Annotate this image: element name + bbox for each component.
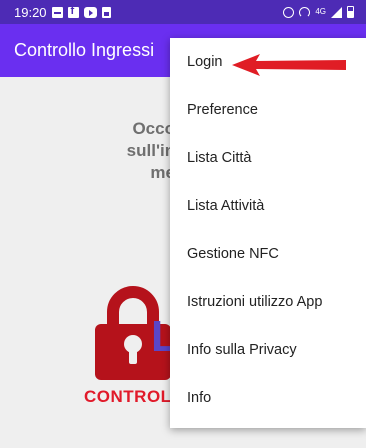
overflow-menu: Login Preference Lista Città Lista Attiv… bbox=[170, 38, 366, 428]
menu-item-lista-citta[interactable]: Lista Città bbox=[170, 134, 366, 182]
signal-icon bbox=[331, 6, 342, 18]
menu-item-gestione-nfc[interactable]: Gestione NFC bbox=[170, 230, 366, 278]
logo-text: CONTROL bbox=[84, 387, 172, 406]
status-right: 4G bbox=[283, 6, 354, 18]
status-bar: 19:20 4G bbox=[0, 0, 366, 24]
menu-item-istruzioni[interactable]: Istruzioni utilizzo App bbox=[170, 278, 366, 326]
status-time: 19:20 bbox=[14, 4, 47, 20]
menu-item-lista-attivita[interactable]: Lista Attività bbox=[170, 182, 366, 230]
hotspot-icon bbox=[299, 6, 311, 18]
facebook-icon bbox=[67, 5, 79, 18]
notification-icon bbox=[51, 6, 63, 18]
app-title: Controllo Ingressi bbox=[14, 40, 155, 60]
youtube-icon bbox=[83, 6, 97, 18]
annotation-arrow-icon bbox=[232, 54, 346, 76]
menu-item-privacy[interactable]: Info sulla Privacy bbox=[170, 326, 366, 374]
data-arrows-icon: 4G bbox=[315, 7, 326, 16]
document-icon bbox=[101, 6, 111, 18]
battery-icon bbox=[347, 6, 354, 18]
status-left: 19:20 bbox=[14, 5, 111, 20]
menu-item-preference[interactable]: Preference bbox=[170, 86, 366, 134]
menu-item-info[interactable]: Info bbox=[170, 374, 366, 422]
alarm-icon bbox=[283, 6, 295, 18]
